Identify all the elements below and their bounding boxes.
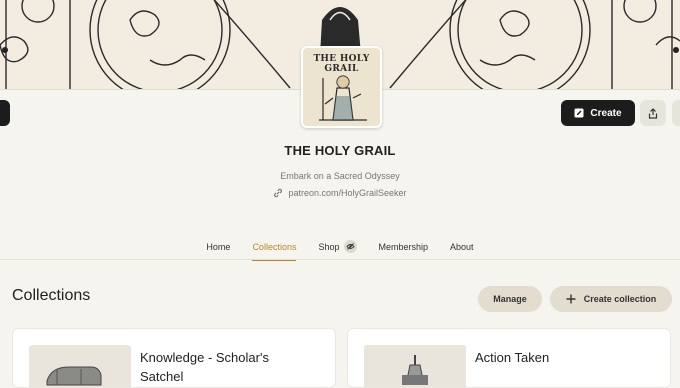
plus-icon <box>566 294 576 304</box>
create-button-label: Create <box>590 107 622 119</box>
tab-shop[interactable]: Shop <box>307 236 367 261</box>
tab-collections-label: Collections <box>252 241 297 252</box>
collection-thumbnail <box>364 345 466 387</box>
create-button[interactable]: Create <box>561 100 635 126</box>
avatar-illustration <box>319 75 367 121</box>
creator-link-text: patreon.com/HolyGrailSeeker <box>288 188 407 198</box>
page-tabs: Home Collections Shop Membership About <box>0 236 680 261</box>
tab-about-label: About <box>450 241 474 252</box>
collection-title: Action Taken <box>475 348 549 367</box>
edit-icon <box>574 108 584 118</box>
creator-tagline: Embark on a Sacred Odyssey <box>280 171 400 181</box>
tab-shop-label: Shop <box>318 241 340 252</box>
tab-home-label: Home <box>206 241 231 252</box>
creator-name: THE HOLY GRAIL <box>284 143 396 158</box>
tabs-divider <box>0 259 680 260</box>
collection-title-line: Action Taken <box>475 350 550 365</box>
collection-card[interactable]: Action Taken <box>347 328 671 388</box>
tab-home[interactable]: Home <box>195 236 241 261</box>
create-collection-button[interactable]: Create collection <box>550 286 672 312</box>
collection-thumbnail <box>29 345 131 387</box>
eye-off-icon <box>343 240 357 253</box>
collections-heading: Collections <box>12 287 91 304</box>
link-icon <box>273 188 283 198</box>
collection-title-line: Satchel <box>140 369 184 384</box>
tab-membership-label: Membership <box>378 241 429 252</box>
creator-link[interactable]: patreon.com/HolyGrailSeeker <box>0 188 680 198</box>
tab-collections[interactable]: Collections <box>241 236 307 261</box>
tab-membership[interactable]: Membership <box>368 236 440 261</box>
collection-card[interactable]: Knowledge - Scholar's Satchel <box>12 328 336 388</box>
tab-about[interactable]: About <box>439 236 485 261</box>
more-button[interactable] <box>672 100 680 126</box>
left-edge-button[interactable] <box>0 100 10 126</box>
creator-avatar[interactable]: THE HOLY GRAIL <box>301 46 382 128</box>
collection-title: Knowledge - Scholar's Satchel <box>140 348 269 386</box>
manage-button[interactable]: Manage <box>478 286 542 312</box>
manage-button-label: Manage <box>493 294 527 304</box>
share-button[interactable] <box>640 100 666 126</box>
create-collection-label: Create collection <box>583 294 657 304</box>
collection-title-line: Knowledge - Scholar's <box>140 350 269 365</box>
share-icon <box>648 107 658 119</box>
